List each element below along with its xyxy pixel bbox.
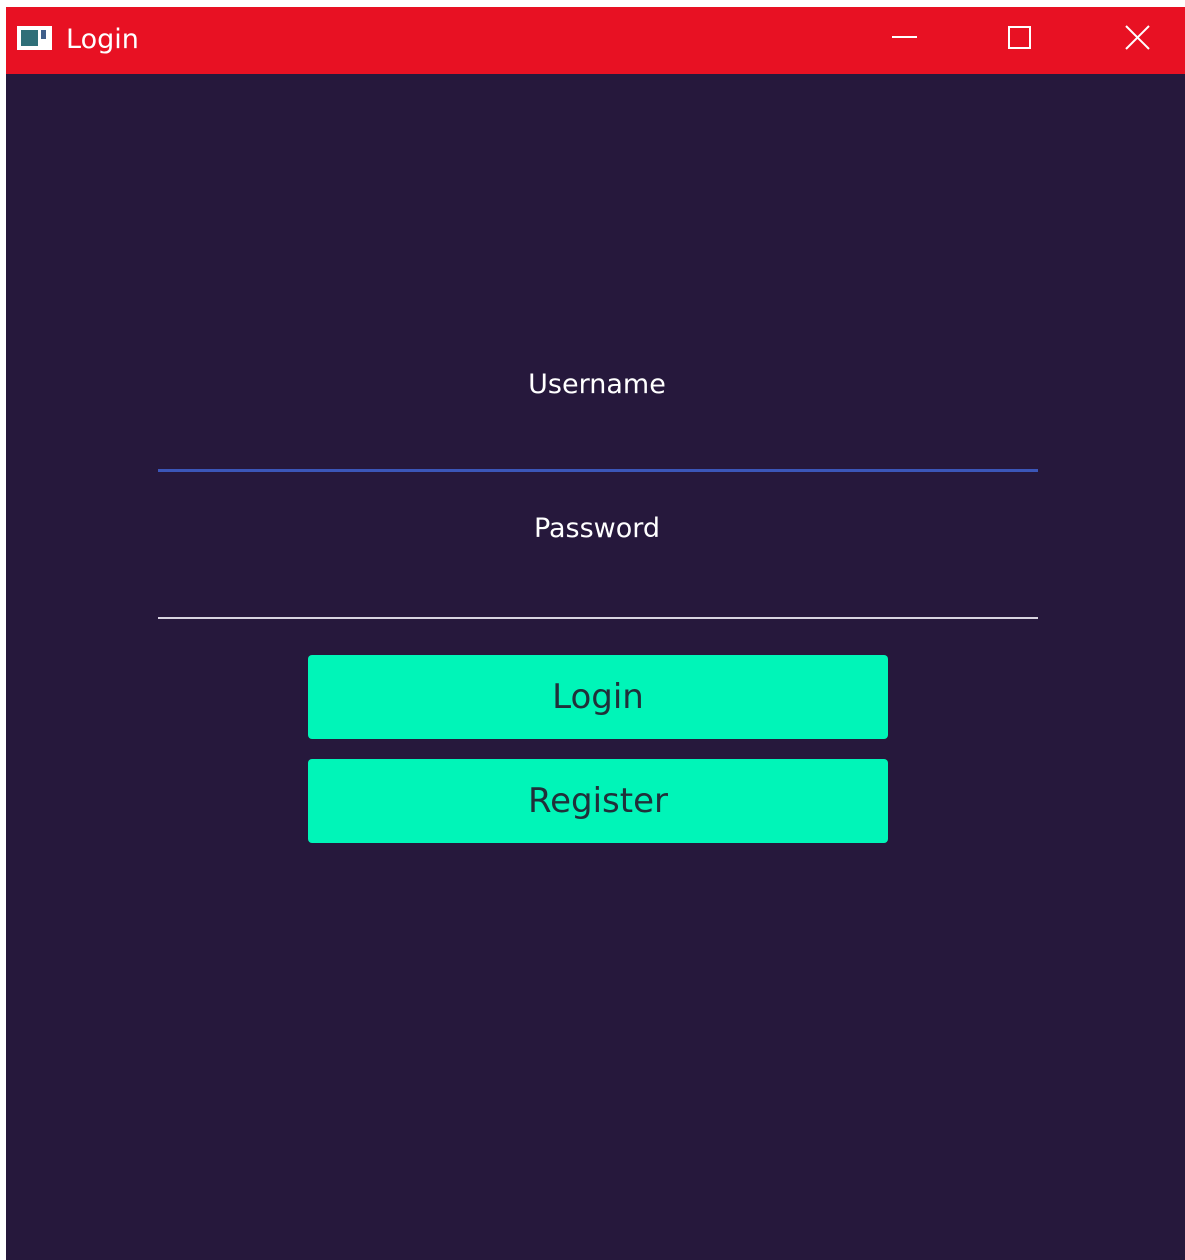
title-bar[interactable]: Login — [6, 7, 1185, 74]
minimize-button[interactable] — [846, 7, 962, 74]
username-input[interactable] — [158, 412, 1038, 472]
maximize-button[interactable] — [962, 7, 1078, 74]
window-title: Login — [66, 24, 139, 55]
app-icon-pane — [21, 30, 38, 46]
app-icon-pane — [41, 30, 46, 39]
close-icon — [1125, 25, 1150, 50]
login-button[interactable]: Login — [308, 655, 888, 739]
minimize-icon — [892, 36, 917, 38]
maximize-icon — [1008, 26, 1031, 49]
password-input[interactable] — [158, 559, 1038, 619]
login-window: Login Username Password Login Register — [6, 7, 1185, 1260]
password-label: Password — [533, 513, 661, 544]
close-button[interactable] — [1078, 7, 1185, 74]
register-button[interactable]: Register — [308, 759, 888, 843]
username-label: Username — [528, 369, 666, 400]
app-icon — [17, 26, 52, 50]
